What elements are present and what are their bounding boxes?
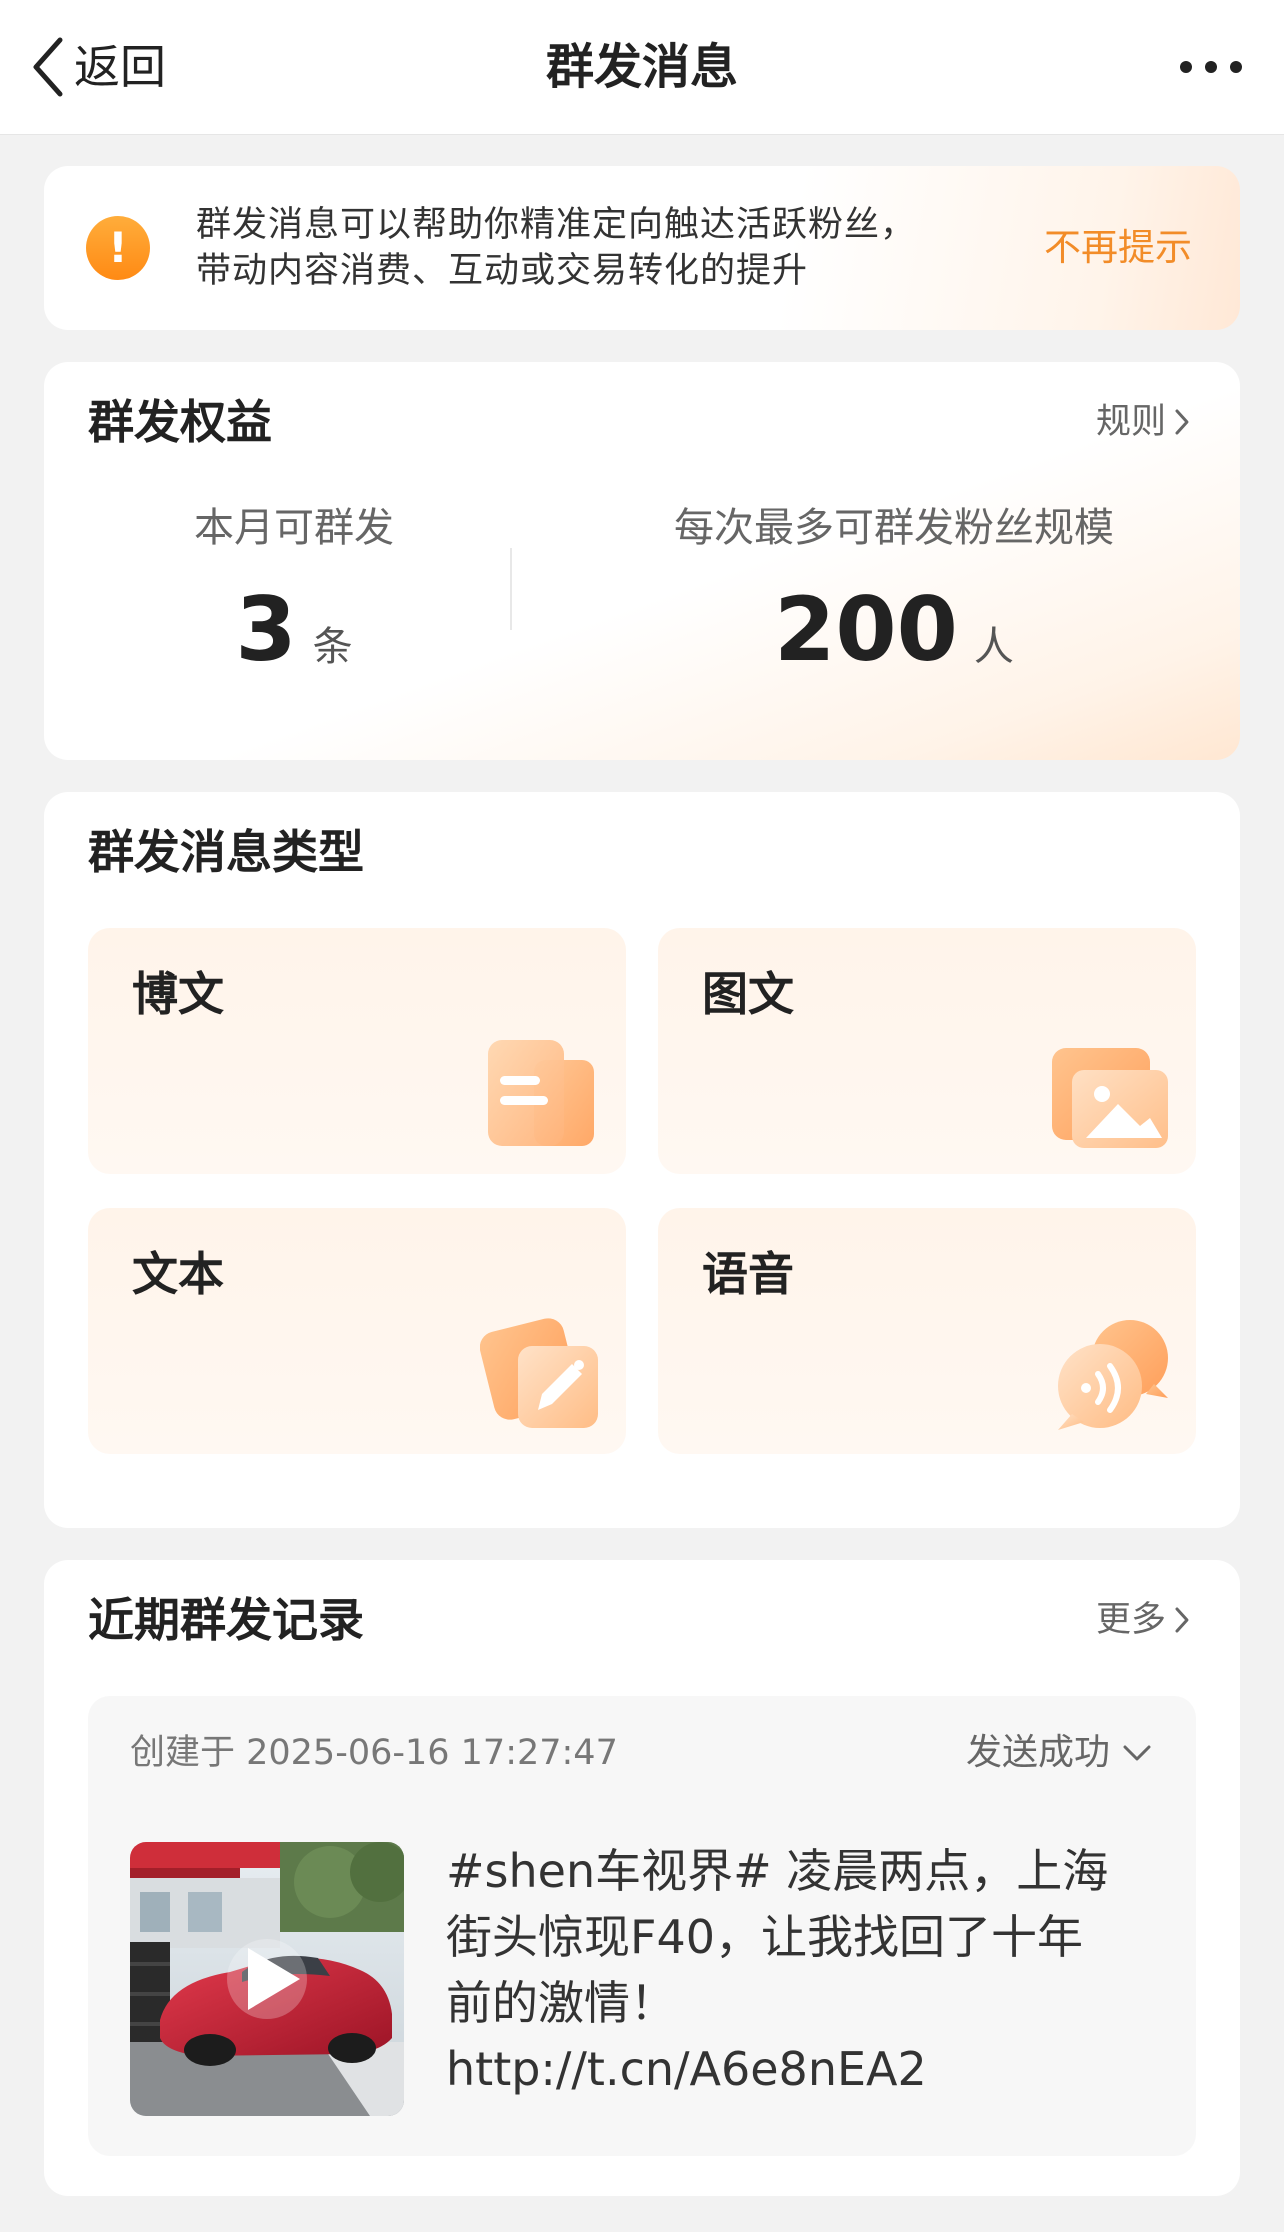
fan-scale-stat: 每次最多可群发粉丝规模 200 人	[604, 502, 1184, 678]
recent-records-card: 近期群发记录 更多 创建于 2025-06-16 17:27:47 发送成功 #…	[44, 1560, 1240, 2196]
nav-bar: 返回 群发消息	[0, 0, 1284, 135]
message-types-card: 群发消息类型 博文 图文 文本 语音	[44, 792, 1240, 1528]
document-icon	[488, 1040, 594, 1146]
record-status-label: 发送成功	[965, 1732, 1110, 1773]
notice-text: 群发消息可以帮助你精准定向触达活跃粉丝， 带动内容消费、互动或交易转化的提升	[196, 202, 996, 294]
rules-label: 规则	[1095, 402, 1166, 442]
dismiss-notice-button[interactable]: 不再提示	[1044, 224, 1192, 272]
stat-unit: 条	[312, 624, 353, 670]
more-label: 更多	[1095, 1600, 1166, 1640]
warning-icon: !	[86, 216, 150, 280]
type-tile-article[interactable]: 博文	[88, 928, 626, 1174]
stat-value: 3	[235, 578, 297, 681]
record-created-time: 创建于 2025-06-16 17:27:47	[130, 1733, 618, 1773]
type-label: 语音	[702, 1247, 794, 1301]
pencil-icon	[480, 1318, 598, 1428]
type-tile-image-text[interactable]: 图文	[658, 928, 1196, 1174]
notice-line-1: 群发消息可以帮助你精准定向触达活跃粉丝，	[196, 205, 917, 245]
record-status-dropdown[interactable]: 发送成功	[966, 1730, 1152, 1776]
benefits-card: 群发权益 规则 本月可群发 3 条 每次最多可群发粉丝规模 200 人	[44, 362, 1240, 760]
record-content-line: #shen车视界# 凌晨两点，上海	[446, 1844, 1109, 1898]
car-photo	[130, 1842, 404, 2116]
stat-value: 200	[774, 578, 958, 681]
rules-link[interactable]: 规则	[1096, 398, 1190, 446]
record-link[interactable]: http://t.cn/A6e8nEA2	[446, 2036, 1166, 2102]
video-thumbnail[interactable]	[130, 1842, 404, 2116]
chevron-down-icon	[1123, 1745, 1151, 1761]
types-title: 群发消息类型	[88, 825, 364, 879]
records-title: 近期群发记录	[88, 1593, 364, 1647]
stat-divider	[510, 548, 512, 630]
type-label: 图文	[702, 967, 794, 1021]
type-label: 文本	[132, 1247, 224, 1301]
records-more-link[interactable]: 更多	[1096, 1596, 1190, 1644]
notice-line-2: 带动内容消费、互动或交易转化的提升	[196, 251, 809, 291]
monthly-quota-stat: 本月可群发 3 条	[144, 502, 444, 678]
benefits-title: 群发权益	[88, 395, 272, 449]
record-content-line: 街头惊现F40，让我找回了十年	[446, 1910, 1083, 1964]
stat-label: 本月可群发	[194, 505, 394, 551]
record-item[interactable]: 创建于 2025-06-16 17:27:47 发送成功 #shen车视界# 凌…	[88, 1696, 1196, 2156]
image-icon	[1052, 1048, 1168, 1148]
type-tile-voice[interactable]: 语音	[658, 1208, 1196, 1454]
chevron-right-icon	[1175, 409, 1189, 435]
type-label: 博文	[132, 967, 224, 1021]
page-title: 群发消息	[545, 39, 738, 95]
voice-icon	[1058, 1320, 1168, 1430]
notice-banner: ! 群发消息可以帮助你精准定向触达活跃粉丝， 带动内容消费、互动或交易转化的提升…	[44, 166, 1240, 330]
record-content: #shen车视界# 凌晨两点，上海 街头惊现F40，让我找回了十年 前的激情！ …	[446, 1838, 1166, 2102]
type-tile-text[interactable]: 文本	[88, 1208, 626, 1454]
chevron-right-icon	[1175, 1607, 1189, 1633]
more-dots-icon[interactable]	[1178, 52, 1244, 82]
stat-unit: 人	[973, 624, 1014, 670]
stat-label: 每次最多可群发粉丝规模	[674, 505, 1114, 551]
record-content-line: 前的激情！	[446, 1976, 676, 2030]
